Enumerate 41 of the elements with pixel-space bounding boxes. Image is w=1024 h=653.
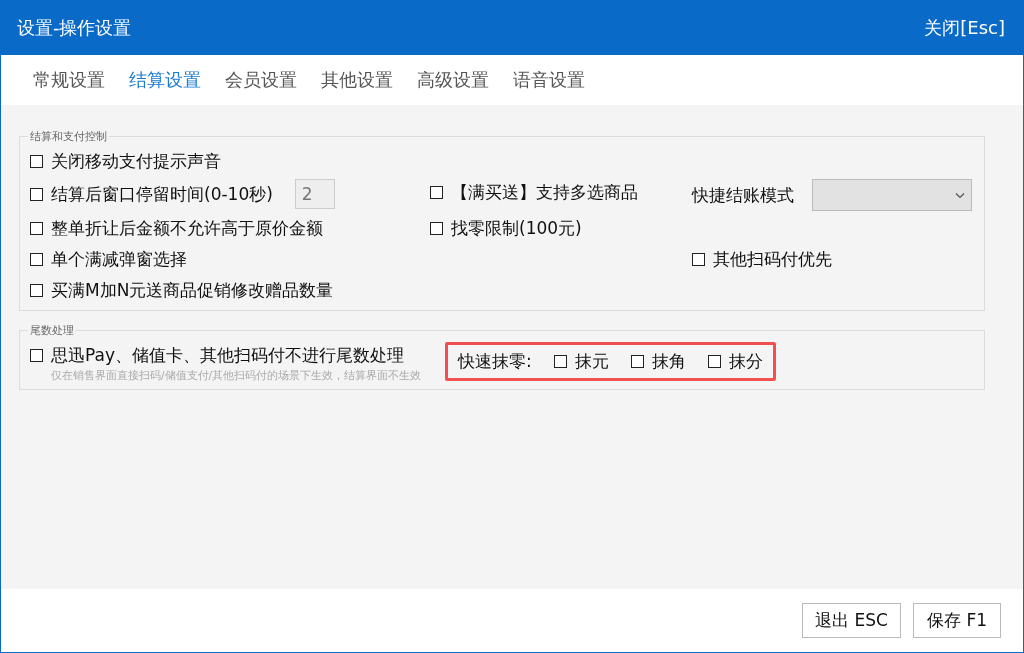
- checkbox[interactable]: [30, 284, 43, 297]
- footer-button[interactable]: 退出 ESC: [802, 603, 901, 638]
- option-label: 单个满减弹窗选择: [51, 248, 187, 271]
- option-label: 关闭移动支付提示声音: [51, 150, 221, 173]
- option-label: 思迅Pay、储值卡、其他扫码付不进行尾数处理: [51, 344, 404, 367]
- checkbox[interactable]: [630, 355, 644, 368]
- checkbox[interactable]: [707, 355, 721, 368]
- hint-text: 仅在销售界面直接扫码/储值支付/其他扫码付的场景下生效，结算界面不生效: [50, 369, 422, 383]
- checkbox[interactable]: [430, 222, 443, 235]
- option-label: 找零限制(100元): [451, 217, 582, 240]
- option-label: 【满买送】支持多选商品: [451, 181, 638, 204]
- option-label: 买满M加N元送商品促销修改赠品数量: [51, 279, 334, 302]
- checkbox[interactable]: [692, 253, 705, 266]
- tab[interactable]: 语音设置: [513, 68, 585, 92]
- footer-button[interactable]: 保存 F1: [913, 603, 1001, 638]
- close-link[interactable]: 关闭[Esc]: [924, 15, 1005, 40]
- checkbox[interactable]: [30, 155, 43, 168]
- group-title: 结算和支付控制: [29, 129, 108, 144]
- checkbox[interactable]: [30, 349, 43, 362]
- checkbox[interactable]: [30, 222, 43, 235]
- option-label: 抹分: [728, 350, 763, 373]
- option-label: 其他扫码付优先: [713, 248, 832, 271]
- window-title: 设置-操作设置: [17, 15, 132, 40]
- chevron-icon: [955, 191, 965, 199]
- option-label: 结算后窗口停留时间(0-10秒): [51, 182, 273, 206]
- checkbox[interactable]: [30, 253, 43, 266]
- option-label: 整单折让后金额不允许高于原价金额: [51, 217, 323, 240]
- checkbox[interactable]: [430, 186, 443, 199]
- group-title: 尾数处理: [29, 323, 75, 338]
- tab[interactable]: 高级设置: [417, 68, 489, 92]
- seconds-field[interactable]: 2: [294, 179, 335, 209]
- tab[interactable]: 常规设置: [33, 68, 105, 92]
- checkbox[interactable]: [30, 187, 43, 201]
- checkbox[interactable]: [553, 355, 567, 368]
- field-label: 快捷结账模式: [692, 183, 794, 207]
- field-label: 快速抹零:: [458, 350, 532, 373]
- option-label: 抹元: [574, 350, 609, 373]
- option-label: 抹角: [651, 350, 686, 373]
- tab[interactable]: 其他设置: [321, 68, 393, 92]
- tab[interactable]: 结算设置: [129, 68, 201, 92]
- tab[interactable]: 会员设置: [225, 68, 297, 92]
